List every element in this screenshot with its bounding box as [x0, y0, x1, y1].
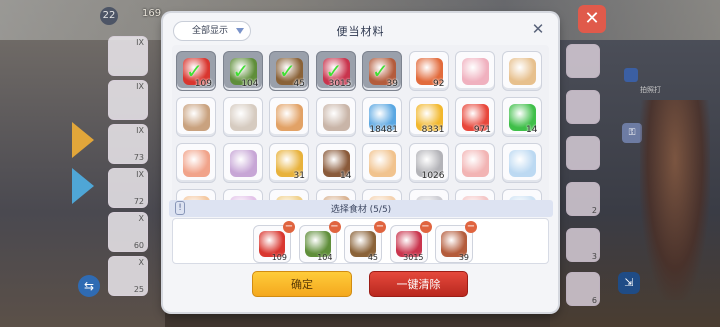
- material-slot-dish-box[interactable]: [315, 97, 356, 137]
- selected-slot-salad-bowl[interactable]: 104 −: [298, 221, 341, 263]
- exit-icon[interactable]: ⇲: [618, 272, 640, 294]
- item-quantity: 104: [317, 253, 333, 262]
- selected-slot-potion-bottle[interactable]: 109 −: [253, 221, 295, 263]
- material-grid: ✓ 109 ✓ 104 ✓ 45 ✓ 3015 ✓ 39 92 18481 8331 971 14 31 14 1…: [172, 45, 549, 203]
- item-quantity: 39: [458, 253, 469, 262]
- left-side-slot[interactable]: IX: [108, 36, 148, 76]
- material-slot-potion-bottle[interactable]: ✓ 109: [176, 51, 216, 91]
- dialog-title: 便当材料: [336, 25, 385, 38]
- selection-header: ! 选择食材 (5/5): [169, 200, 553, 217]
- background-close-button[interactable]: ✕: [578, 5, 606, 33]
- bread-purple-icon: [229, 150, 257, 177]
- material-slot-sushi-plate[interactable]: 92: [408, 51, 449, 91]
- left-side-slot[interactable]: X 60: [108, 212, 148, 252]
- material-slot-wrapped-gift[interactable]: [269, 97, 309, 137]
- share-icon[interactable]: ⇆: [78, 275, 100, 297]
- right-side-slot[interactable]: 3: [566, 228, 600, 262]
- bag-icon[interactable]: ⚿: [622, 123, 642, 143]
- material-slot-cake-slice[interactable]: [501, 51, 542, 91]
- ice-cube-icon: [508, 150, 536, 177]
- right-side-slot[interactable]: [566, 44, 600, 78]
- right-side-slot[interactable]: [566, 90, 600, 124]
- pink-vase-icon: [462, 58, 489, 85]
- cake-slice-icon: [508, 58, 536, 85]
- item-quantity: 1026: [421, 171, 445, 181]
- pink-cube-icon: [462, 150, 489, 177]
- item-quantity: 109: [271, 253, 287, 262]
- selected-materials: 109 − 104 − 45 − 3015 − 39 −: [172, 218, 549, 264]
- item-quantity: 31: [293, 171, 305, 181]
- basket-pink-icon: [183, 104, 210, 131]
- material-slot-rose-cluster[interactable]: ✓ 3015: [315, 51, 356, 91]
- right-side-slot[interactable]: 6: [566, 272, 600, 306]
- material-slot-basket-pink[interactable]: [176, 97, 216, 137]
- remove-icon[interactable]: −: [328, 221, 341, 233]
- bento-material-dialog: 全部显示 便当材料 ✕ ✓ 109 ✓ 104 ✓ 45 ✓ 3015 ✓ 39 92 18481 83…: [163, 13, 558, 312]
- item-quantity: 14: [526, 125, 538, 135]
- material-slot-flower-pot[interactable]: [222, 97, 263, 137]
- confirm-button[interactable]: 确定: [252, 271, 352, 297]
- remove-icon[interactable]: −: [374, 221, 386, 233]
- close-icon[interactable]: ✕: [530, 21, 546, 37]
- item-quantity: 18481: [369, 125, 398, 135]
- item-quantity: 8331: [421, 125, 445, 135]
- selected-slot-basket[interactable]: 45 −: [344, 221, 386, 263]
- item-quantity: 971: [473, 125, 491, 135]
- remove-icon[interactable]: −: [283, 221, 295, 233]
- remove-icon[interactable]: −: [465, 221, 477, 233]
- item-quantity: 3015: [328, 79, 352, 89]
- item-quantity: 39: [386, 79, 398, 89]
- material-slot-bread-purple[interactable]: [222, 143, 263, 183]
- material-slot-pink-vase[interactable]: [455, 51, 495, 91]
- item-quantity: 14: [340, 171, 352, 181]
- remove-icon[interactable]: −: [419, 221, 432, 233]
- material-slot-red-heart[interactable]: 971: [455, 97, 495, 137]
- material-slot-chocolate-cake[interactable]: 14: [315, 143, 356, 183]
- selected-slot-meat-tray[interactable]: 39 −: [435, 221, 477, 263]
- player-counter: 169: [142, 8, 162, 19]
- clear-all-button[interactable]: 一键清除: [369, 271, 468, 297]
- bread-pink-icon: [183, 150, 210, 177]
- material-slot-meat-tray[interactable]: ✓ 39: [362, 51, 402, 91]
- right-side-slot[interactable]: [566, 136, 600, 170]
- material-slot-blue-crystal[interactable]: 18481: [362, 97, 402, 137]
- material-slot-toast-slice[interactable]: [362, 143, 402, 183]
- item-quantity: 109: [194, 79, 212, 89]
- selected-slot-rose-cluster[interactable]: 3015 −: [389, 221, 432, 263]
- item-quantity: 45: [293, 79, 305, 89]
- left-side-slot[interactable]: IX 72: [108, 168, 148, 208]
- flower-pot-icon: [229, 104, 257, 131]
- left-side-slot[interactable]: IX: [108, 80, 148, 120]
- left-side-slot[interactable]: X 25: [108, 256, 148, 296]
- material-slot-grey-brick[interactable]: 1026: [408, 143, 449, 183]
- material-slot-green-bolt[interactable]: 14: [501, 97, 542, 137]
- character-figure: [640, 100, 710, 300]
- toast-slice-icon: [369, 150, 396, 177]
- left-side-slot[interactable]: IX 73: [108, 124, 148, 164]
- dish-box-icon: [322, 104, 350, 131]
- material-slot-bread-pink[interactable]: [176, 143, 216, 183]
- material-slot-gold-gem[interactable]: 8331: [408, 97, 449, 137]
- item-quantity: 45: [367, 253, 378, 262]
- selection-label: 选择食材 (5/5): [330, 205, 392, 215]
- right-side-slot[interactable]: 2: [566, 182, 600, 216]
- material-slot-pink-cube[interactable]: [455, 143, 495, 183]
- player-level-badge: 22: [100, 7, 118, 25]
- material-slot-basket[interactable]: ✓ 45: [269, 51, 309, 91]
- item-quantity: 3015: [403, 253, 424, 262]
- wrapped-gift-icon: [276, 104, 303, 131]
- material-slot-salad-bowl[interactable]: ✓ 104: [222, 51, 263, 91]
- lock-icon[interactable]: [624, 68, 638, 82]
- material-slot-cheese-slice[interactable]: 31: [269, 143, 309, 183]
- item-quantity: 92: [433, 79, 445, 89]
- item-quantity: 104: [241, 79, 259, 89]
- photo-hint-text: 拍照打: [640, 86, 661, 94]
- material-slot-ice-cube[interactable]: [501, 143, 542, 183]
